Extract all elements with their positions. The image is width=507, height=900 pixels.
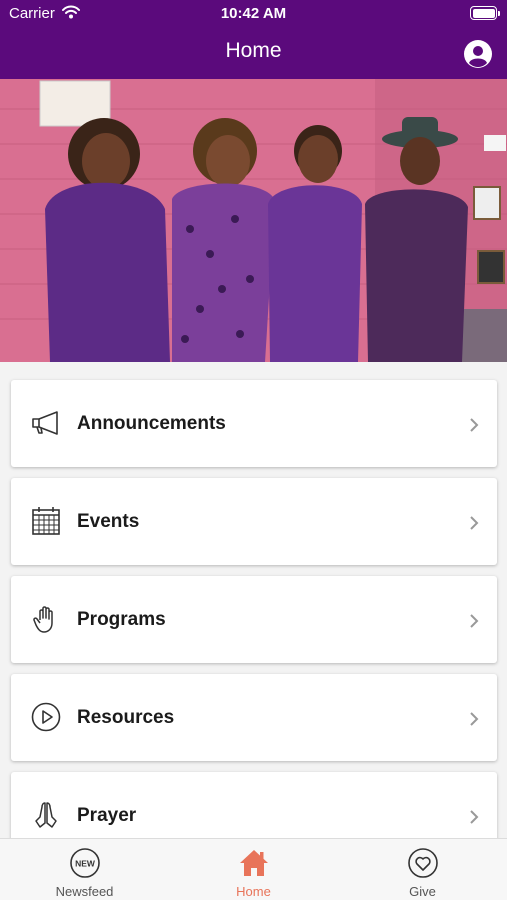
tab-label: Newsfeed — [55, 884, 114, 899]
profile-icon[interactable] — [464, 40, 492, 68]
tab-label: Home — [236, 884, 271, 899]
chevron-right-icon — [470, 516, 479, 530]
play-circle-icon — [31, 702, 61, 732]
menu-item-announcements[interactable]: Announcements — [11, 380, 497, 467]
chevron-right-icon — [470, 712, 479, 726]
status-bar: Carrier 10:42 AM — [0, 0, 507, 28]
menu-item-label: Events — [77, 511, 140, 532]
battery-icon — [470, 6, 500, 20]
menu-item-label: Resources — [77, 707, 175, 728]
page-title: Home — [225, 39, 282, 62]
chevron-right-icon — [470, 614, 479, 628]
megaphone-icon — [32, 411, 58, 435]
raised-hand-icon — [33, 606, 53, 633]
menu-item-label: Announcements — [77, 413, 226, 434]
hero-image — [0, 79, 507, 362]
tab-give[interactable]: Give — [338, 839, 507, 900]
praying-hands-icon — [35, 802, 57, 828]
hero-photo — [0, 79, 507, 362]
menu-item-events[interactable]: Events — [11, 478, 497, 565]
tab-label: Give — [409, 884, 436, 899]
home-icon — [240, 850, 268, 876]
new-badge-text: NEW — [75, 859, 96, 869]
menu-item-resources[interactable]: Resources — [11, 674, 497, 761]
chevron-right-icon — [470, 810, 479, 824]
new-badge-icon: NEW — [70, 848, 100, 878]
menu-item-programs[interactable]: Programs — [11, 576, 497, 663]
calendar-icon — [32, 507, 60, 535]
heart-icon — [408, 848, 438, 878]
tab-home[interactable]: Home — [169, 839, 338, 900]
menu-item-label: Programs — [77, 609, 166, 630]
tab-newsfeed[interactable]: NEW Newsfeed — [0, 839, 169, 900]
status-time: 10:42 AM — [220, 5, 287, 22]
tab-bar: NEW Newsfeed Home Give — [0, 838, 507, 900]
menu-item-label: Prayer — [77, 805, 137, 826]
app-header: Carrier 10:42 AM Home — [0, 0, 507, 79]
chevron-right-icon — [470, 418, 479, 432]
